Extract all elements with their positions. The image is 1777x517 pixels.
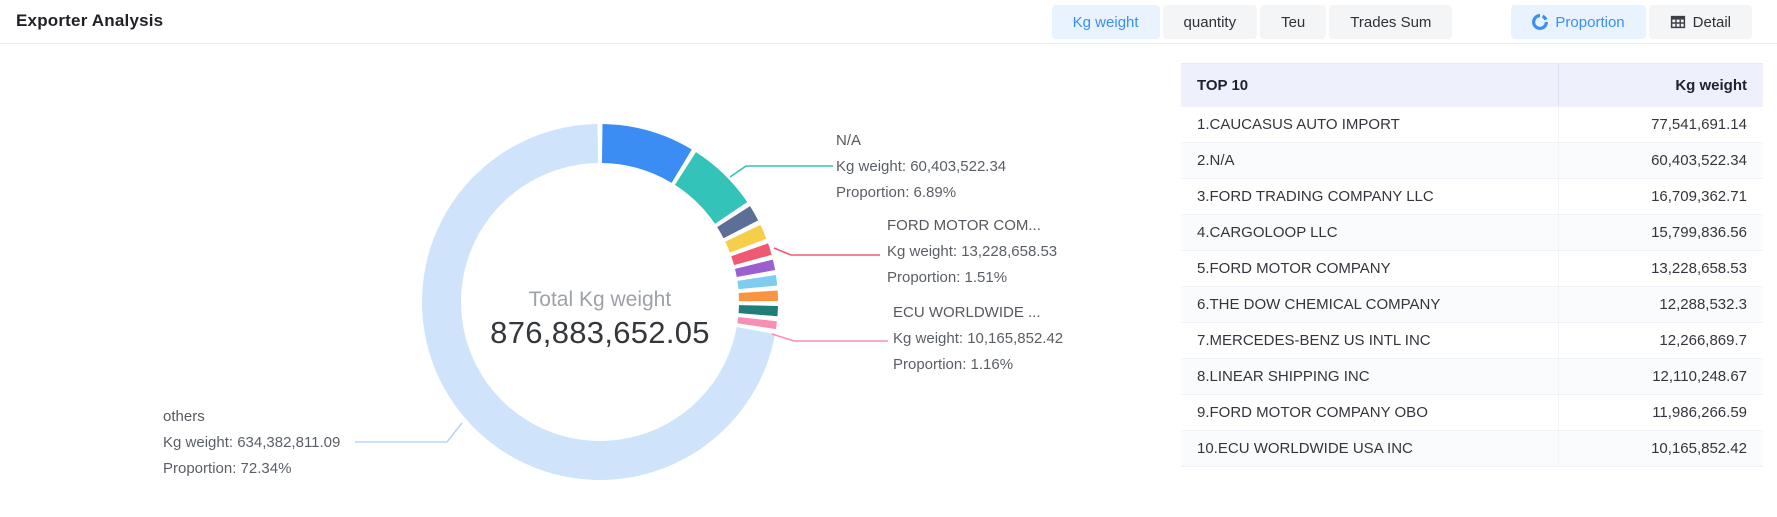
view-tab-group: ProportionDetail [1508,5,1752,39]
table-row: 5.FORD MOTOR COMPANY 13,228,658.53 [1181,250,1763,286]
donut-slice-caucasus-auto-import[interactable] [602,124,692,183]
kg-weight-cell: 12,110,248.67 [1558,359,1763,394]
callout-proportion: Proportion: 1.51% [887,265,1057,291]
callout-label: FORD MOTOR COM... [887,213,1057,239]
table-row: 4.CARGOLOOP LLC 15,799,836.56 [1181,214,1763,250]
callout-label: ECU WORLDWIDE ... [893,300,1063,326]
kg-weight-cell: 13,228,658.53 [1558,251,1763,286]
header-bar: Exporter Analysis Kg weightquantityTeuTr… [0,0,1777,44]
callout-label: N/A [836,128,1006,154]
kg-weight-cell: 12,288,532.3 [1558,287,1763,322]
exporter-name-cell: 6.THE DOW CHEMICAL COMPANY [1181,296,1558,313]
donut-slice-n-a[interactable] [675,152,747,224]
metric-tab-group: Kg weightquantityTeuTrades Sum [1049,5,1453,39]
exporter-name-cell: 7.MERCEDES-BENZ US INTL INC [1181,332,1558,349]
callout-leader-line [774,248,880,255]
table-row: 8.LINEAR SHIPPING INC 12,110,248.67 [1181,358,1763,394]
table-row: 3.FORD TRADING COMPANY LLC 16,709,362.71 [1181,178,1763,214]
donut-center-label: Total Kg weight [450,287,750,313]
callout-kg-weight: Kg weight: 60,403,522.34 [836,154,1006,180]
table-row: 2.N/A 60,403,522.34 [1181,142,1763,178]
kg-weight-cell: 12,266,869.7 [1558,323,1763,358]
callout-label: others [163,404,340,430]
table-header-top10: TOP 10 [1181,77,1558,94]
kg-weight-cell: 11,986,266.59 [1558,395,1763,430]
exporter-name-cell: 8.LINEAR SHIPPING INC [1181,368,1558,385]
donut-center-value: 876,883,652.05 [450,313,750,353]
callout-leader-line [730,166,833,177]
table-row: 1.CAUCASUS AUTO IMPORT 77,541,691.14 [1181,106,1763,142]
kg-weight-cell: 15,799,836.56 [1558,215,1763,250]
kg-weight-cell: 60,403,522.34 [1558,143,1763,178]
kg-weight-cell: 16,709,362.71 [1558,179,1763,214]
callout-leader-line [772,334,888,341]
table-header-row: TOP 10 Kg weight [1181,64,1763,106]
chart-callout-ecu: ECU WORLDWIDE ... Kg weight: 10,165,852.… [893,300,1063,378]
exporter-name-cell: 4.CARGOLOOP LLC [1181,224,1558,241]
table-row: 7.MERCEDES-BENZ US INTL INC 12,266,869.7 [1181,322,1763,358]
exporter-name-cell: 9.FORD MOTOR COMPANY OBO [1181,404,1558,421]
donut-chart-icon [1532,14,1548,30]
chart-callout-ford: FORD MOTOR COM... Kg weight: 13,228,658.… [887,213,1057,291]
callout-proportion: Proportion: 6.89% [836,180,1006,206]
page-title: Exporter Analysis [16,11,163,31]
tab-kg-weight[interactable]: Kg weight [1052,5,1160,39]
table-header-kg-weight: Kg weight [1558,64,1763,106]
tab-teu[interactable]: Teu [1260,5,1326,39]
table-row: 9.FORD MOTOR COMPANY OBO 11,986,266.59 [1181,394,1763,430]
chart-callout-others: others Kg weight: 634,382,811.09 Proport… [163,404,340,482]
top10-table: TOP 10 Kg weight 1.CAUCASUS AUTO IMPORT … [1181,63,1763,467]
table-icon [1670,14,1686,30]
kg-weight-cell: 10,165,852.42 [1558,431,1763,466]
donut-center: Total Kg weight 876,883,652.05 [450,287,750,353]
callout-leader-line [355,423,462,442]
callout-proportion: Proportion: 1.16% [893,352,1063,378]
kg-weight-cell: 77,541,691.14 [1558,107,1763,142]
exporter-analysis-page: Exporter Analysis Kg weightquantityTeuTr… [0,0,1777,517]
chart-callout-na: N/A Kg weight: 60,403,522.34 Proportion:… [836,128,1006,206]
tab-detail[interactable]: Detail [1649,5,1752,39]
exporter-name-cell: 5.FORD MOTOR COMPANY [1181,260,1558,277]
tab-proportion[interactable]: Proportion [1511,5,1645,39]
table-body: 1.CAUCASUS AUTO IMPORT 77,541,691.142.N/… [1181,106,1763,466]
table-row: 10.ECU WORLDWIDE USA INC 10,165,852.42 [1181,430,1763,466]
tab-quantity[interactable]: quantity [1163,5,1258,39]
toolbar: Kg weightquantityTeuTrades Sum Proportio… [1049,4,1752,40]
exporter-name-cell: 3.FORD TRADING COMPANY LLC [1181,188,1558,205]
exporter-name-cell: 2.N/A [1181,152,1558,169]
callout-kg-weight: Kg weight: 13,228,658.53 [887,239,1057,265]
tab-trades-sum[interactable]: Trades Sum [1329,5,1452,39]
callout-kg-weight: Kg weight: 10,165,852.42 [893,326,1063,352]
table-row: 6.THE DOW CHEMICAL COMPANY 12,288,532.3 [1181,286,1763,322]
callout-proportion: Proportion: 72.34% [163,456,340,482]
exporter-name-cell: 1.CAUCASUS AUTO IMPORT [1181,116,1558,133]
callout-kg-weight: Kg weight: 634,382,811.09 [163,430,340,456]
exporter-name-cell: 10.ECU WORLDWIDE USA INC [1181,440,1558,457]
